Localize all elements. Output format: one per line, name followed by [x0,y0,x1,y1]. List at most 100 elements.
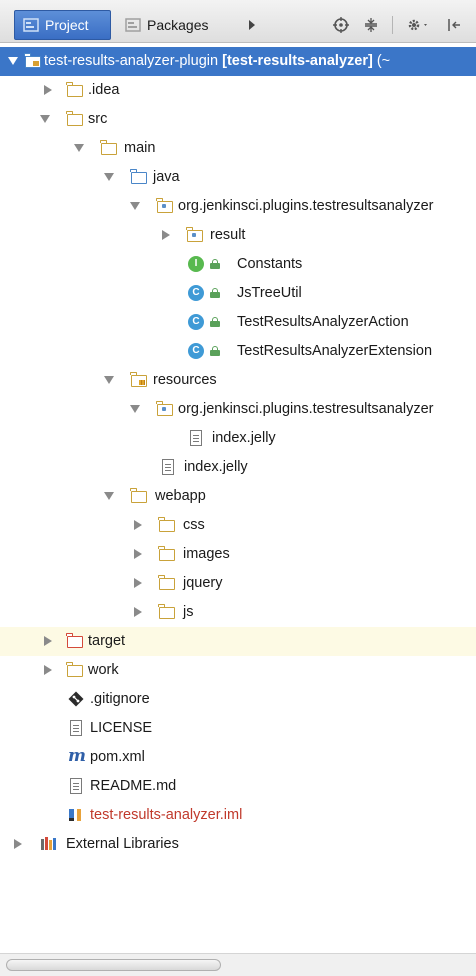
tree-label: src [88,111,108,127]
expand-arrow-icon[interactable] [104,173,114,181]
tree-label: index.jelly [212,430,276,446]
tool-window-header: Project Packages [0,0,476,43]
more-tabs-button[interactable] [241,14,263,36]
expand-arrow-icon[interactable] [134,520,142,530]
expand-arrow-icon[interactable] [44,85,52,95]
expand-arrow-icon[interactable] [8,57,18,65]
expand-arrow-icon[interactable] [44,665,52,675]
tree-label: .idea [88,82,120,98]
folder-icon [158,546,176,562]
lock-icon [210,346,220,356]
expand-arrow-icon[interactable] [40,115,50,123]
tree-row-images[interactable]: images [0,540,476,569]
expand-arrow-icon[interactable] [44,636,52,646]
tree-row-main[interactable]: main [0,134,476,163]
tree-label: js [183,604,194,620]
tree-row-index-jelly[interactable]: index.jelly [0,453,476,482]
expand-arrow-icon[interactable] [130,405,140,413]
tree-row-result[interactable]: result [0,221,476,250]
tree-label: pom.xml [90,749,145,765]
expand-arrow-icon[interactable] [104,376,114,384]
package-icon [156,401,174,417]
tree-label: JsTreeUtil [237,285,302,301]
lock-icon [210,317,220,327]
tree-label: org.jenkinsci.plugins.testresultsanalyze… [178,401,434,417]
horizontal-scrollbar[interactable] [0,953,476,976]
tree-label: jquery [183,575,223,591]
tree-label: TestResultsAnalyzerExtension [237,343,433,359]
tree-label: TestResultsAnalyzerAction [237,314,409,330]
tree-label: result [210,227,246,243]
tree-label: index.jelly [184,459,248,475]
tree-row-package[interactable]: org.jenkinsci.plugins.testresultsanalyze… [0,192,476,221]
tree-row-index-jelly[interactable]: index.jelly [0,424,476,453]
tree-label: css [183,517,205,533]
lock-icon [210,288,220,298]
settings-button[interactable] [404,14,432,36]
tree-row-java[interactable]: java [0,163,476,192]
tree-row-resources[interactable]: resources [0,366,476,395]
tree-row-package-resources[interactable]: org.jenkinsci.plugins.testresultsanalyze… [0,395,476,424]
expand-arrow-icon[interactable] [14,839,22,849]
scrollbar-thumb[interactable] [6,959,221,971]
lock-icon [210,259,220,269]
scroll-from-source-button[interactable] [330,14,352,36]
tree-label: target [88,633,126,649]
tree-row-license[interactable]: LICENSE [0,714,476,743]
expand-arrow-icon[interactable] [104,492,114,500]
expand-arrow-icon[interactable] [162,230,170,240]
hide-panel-icon [448,19,460,31]
expand-arrow-icon[interactable] [74,144,84,152]
expand-arrow-icon[interactable] [130,202,140,210]
tree-row-js[interactable]: js [0,598,476,627]
tab-packages[interactable]: Packages [117,10,229,40]
collapse-all-button[interactable] [360,14,382,36]
tree-row-work[interactable]: work [0,656,476,685]
tree-row-extension[interactable]: C TestResultsAnalyzerExtension [0,337,476,366]
tree-label: resources [153,372,217,388]
expand-arrow-icon[interactable] [134,578,142,588]
toolbar-separator [392,16,393,34]
tree-row-gitignore[interactable]: .gitignore [0,685,476,714]
library-icon [40,836,58,852]
expand-arrow-icon[interactable] [134,549,142,559]
package-icon [156,198,174,214]
folder-icon [100,140,118,156]
tree-row-target[interactable]: target [0,627,476,656]
tree-row-iml[interactable]: test-results-analyzer.iml [0,801,476,830]
gear-icon [408,19,427,31]
crosshair-icon [333,17,349,33]
tree-row-root[interactable]: test-results-analyzer-plugin [test-resul… [0,47,476,76]
tree-row-idea[interactable]: .idea [0,76,476,105]
tab-project[interactable]: Project [14,10,111,40]
packages-view-icon [125,18,141,32]
tree-row-readme[interactable]: README.md [0,772,476,801]
source-folder-icon [130,169,148,185]
collapse-icon [365,18,377,32]
tree-row-jquery[interactable]: jquery [0,569,476,598]
root-project-name: test-results-analyzer-plugin [44,53,219,69]
excluded-folder-icon [66,633,84,649]
tree-label: org.jenkinsci.plugins.testresultsanalyze… [178,198,434,214]
folder-icon [66,662,84,678]
tree-label: .gitignore [90,691,150,707]
tree-row-css[interactable]: css [0,511,476,540]
tree-row-jstreeutil[interactable]: C JsTreeUtil [0,279,476,308]
class-icon: C [188,343,206,359]
tree-row-pom[interactable]: m pom.xml [0,743,476,772]
tree-row-external-libraries[interactable]: External Libraries [0,830,476,859]
folder-icon [66,82,84,98]
tree-row-constants[interactable]: I Constants [0,250,476,279]
expand-arrow-icon[interactable] [134,607,142,617]
hide-button[interactable] [444,14,466,36]
folder-icon [66,111,84,127]
tree-row-action[interactable]: C TestResultsAnalyzerAction [0,308,476,337]
tab-project-label: Project [45,17,89,33]
folder-icon [158,575,176,591]
tree-label: LICENSE [90,720,153,736]
package-icon [186,227,204,243]
tree-label: main [124,140,156,156]
folder-icon [158,517,176,533]
tree-row-webapp[interactable]: webapp [0,482,476,511]
tree-row-src[interactable]: src [0,105,476,134]
